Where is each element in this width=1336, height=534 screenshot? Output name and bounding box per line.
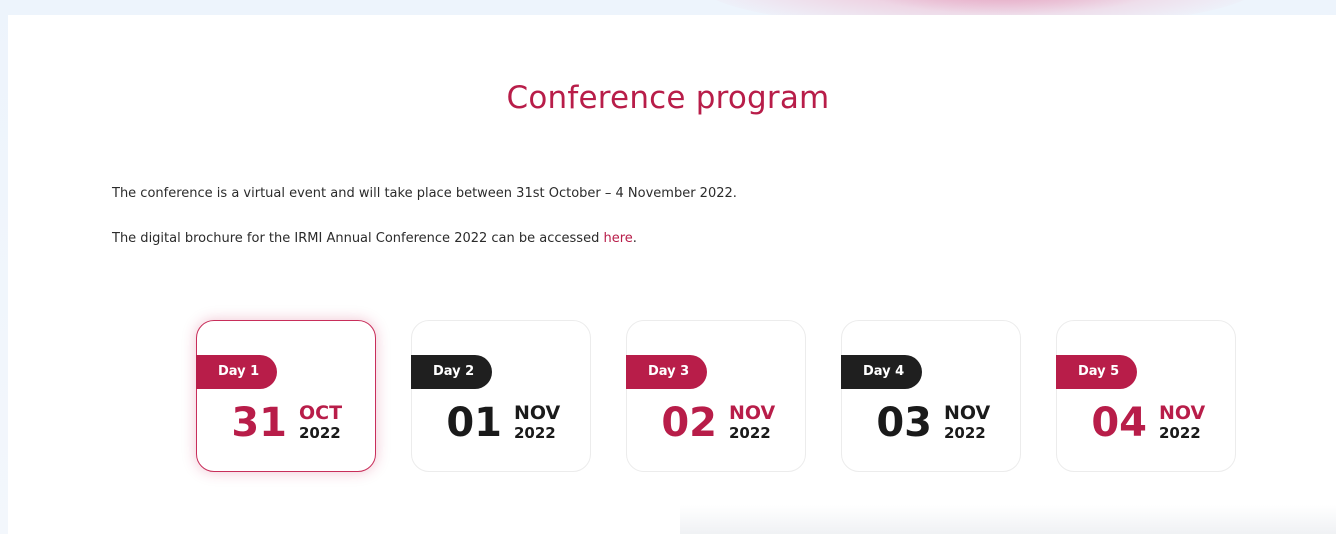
brochure-text-suffix: . bbox=[632, 231, 637, 246]
day-badge: Day 2 bbox=[411, 355, 493, 389]
brochure-link[interactable]: here bbox=[603, 231, 632, 246]
day-tab-5[interactable]: Day 5 04 NOV 2022 bbox=[1056, 320, 1236, 472]
day-month: OCT bbox=[299, 402, 343, 424]
day-number: 04 bbox=[1091, 400, 1147, 446]
intro-text: The conference is a virtual event and wi… bbox=[112, 186, 737, 201]
day-number: 01 bbox=[446, 400, 502, 446]
day-number: 31 bbox=[231, 400, 287, 446]
day-year: 2022 bbox=[729, 424, 771, 442]
day-year: 2022 bbox=[1159, 424, 1201, 442]
day-number: 03 bbox=[876, 400, 932, 446]
day-badge: Day 1 bbox=[196, 355, 278, 389]
page-title: Conference program bbox=[506, 80, 830, 116]
day-year: 2022 bbox=[944, 424, 986, 442]
day-year: 2022 bbox=[299, 424, 341, 442]
day-badge: Day 5 bbox=[1056, 355, 1138, 389]
day-tab-3[interactable]: Day 3 02 NOV 2022 bbox=[626, 320, 806, 472]
day-badge: Day 3 bbox=[626, 355, 708, 389]
bottom-fade bbox=[680, 505, 1336, 534]
day-number: 02 bbox=[661, 400, 717, 446]
day-month: NOV bbox=[514, 402, 561, 424]
day-badge: Day 4 bbox=[841, 355, 923, 389]
brochure-text: The digital brochure for the IRMI Annual… bbox=[112, 231, 637, 246]
day-month: NOV bbox=[1159, 402, 1206, 424]
day-tab-2[interactable]: Day 2 01 NOV 2022 bbox=[411, 320, 591, 472]
day-month: NOV bbox=[944, 402, 991, 424]
day-month: NOV bbox=[729, 402, 776, 424]
day-tab-4[interactable]: Day 4 03 NOV 2022 bbox=[841, 320, 1021, 472]
brochure-text-prefix: The digital brochure for the IRMI Annual… bbox=[112, 231, 604, 246]
day-tab-1[interactable]: Day 1 31 OCT 2022 bbox=[196, 320, 376, 472]
day-year: 2022 bbox=[514, 424, 556, 442]
